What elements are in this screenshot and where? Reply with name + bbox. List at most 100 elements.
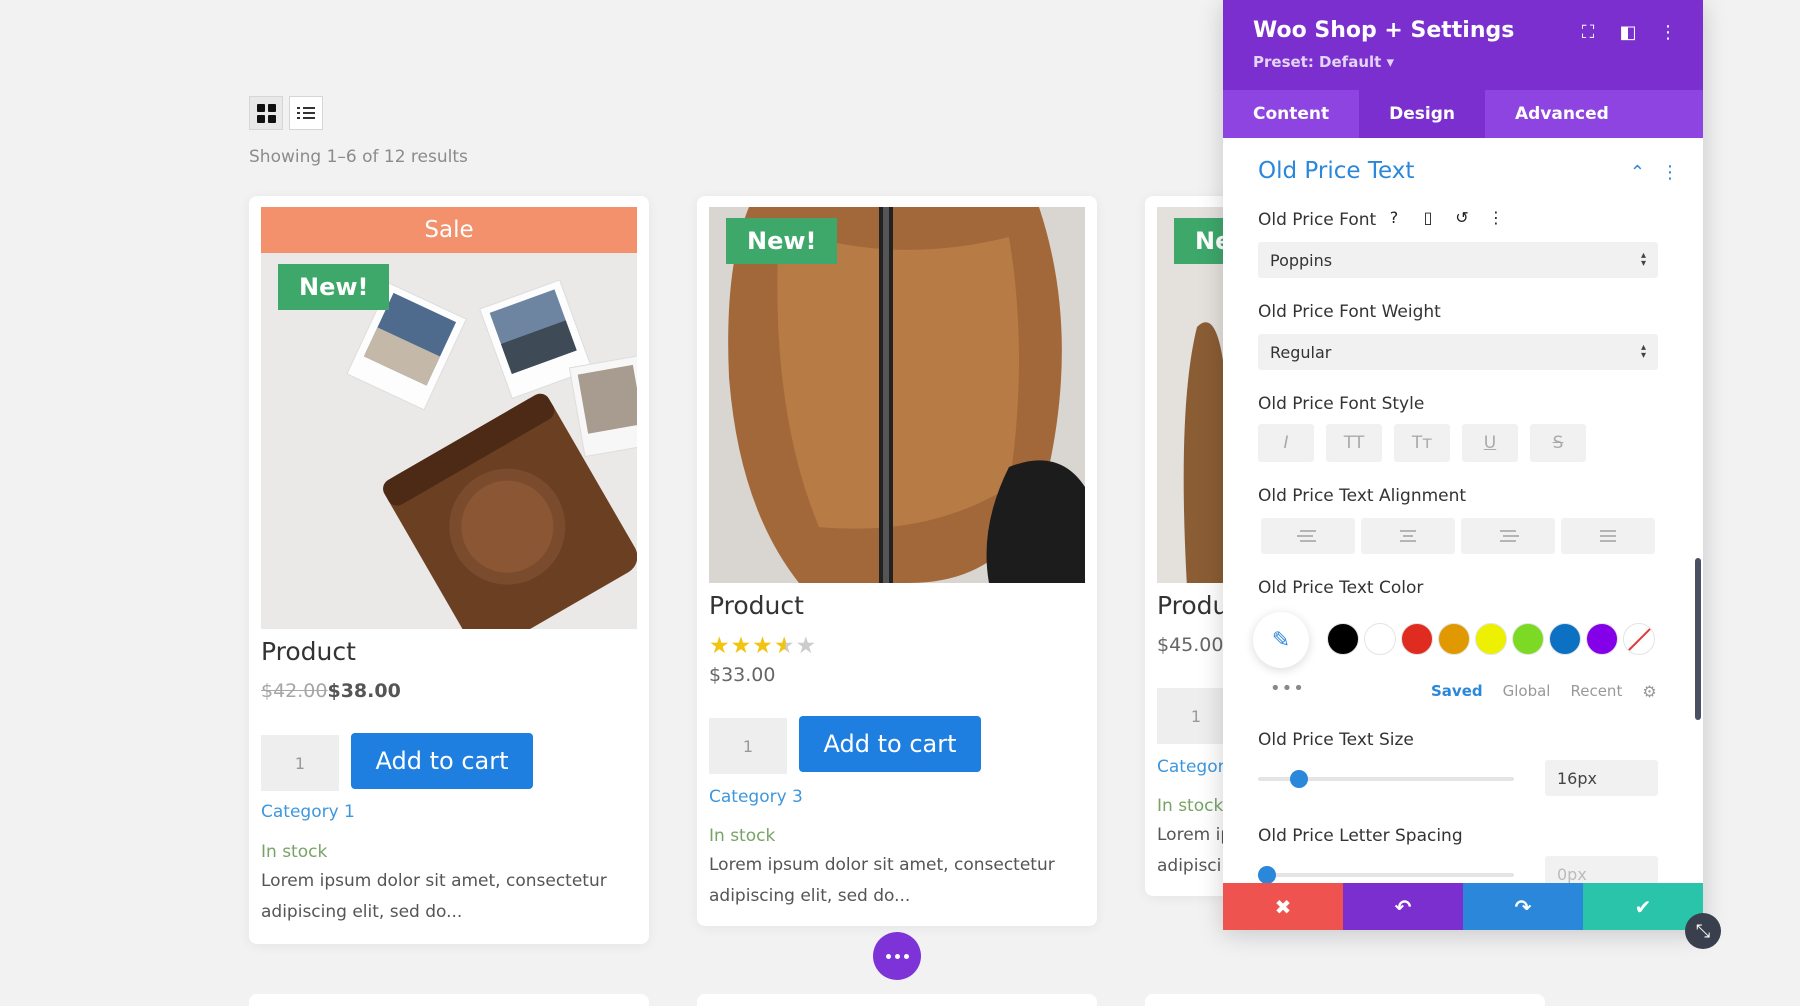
product-card-next-row — [1145, 994, 1545, 1006]
panel-body: Old Price Text ⌃ ⋮ Old Price Font ? ▯ ↺ … — [1223, 138, 1703, 883]
product-price: $42.00$38.00 — [261, 680, 401, 702]
product-title[interactable]: Product — [709, 591, 804, 620]
font-select[interactable]: Poppins ▴ ▾ — [1258, 242, 1658, 278]
chevron-up-icon[interactable]: ⌃ — [1630, 162, 1645, 183]
more-options-button[interactable] — [873, 932, 921, 980]
capitalize-button[interactable]: Tт — [1394, 424, 1450, 462]
color-swatch[interactable] — [1327, 623, 1359, 655]
color-swatch[interactable] — [1475, 623, 1507, 655]
color-tab-global[interactable]: Global — [1503, 682, 1551, 701]
select-arrows-icon: ▴ ▾ — [1640, 342, 1646, 361]
list-view-button[interactable] — [289, 96, 323, 130]
add-to-cart-button[interactable]: Add to cart — [799, 716, 981, 772]
uppercase-button[interactable]: TT — [1326, 424, 1382, 462]
align-center-icon[interactable] — [1361, 518, 1455, 554]
gear-icon[interactable]: ⚙ — [1642, 682, 1656, 701]
align-right-icon[interactable] — [1461, 518, 1555, 554]
category-link[interactable]: Categor — [1157, 757, 1225, 777]
text-size-input[interactable]: 16px — [1545, 760, 1658, 796]
close-icon[interactable]: ✖ — [1223, 883, 1343, 930]
grid-view-button[interactable] — [249, 96, 283, 130]
tab-content[interactable]: Content — [1223, 90, 1359, 138]
product-price: $33.00 — [709, 664, 776, 686]
sale-banner: Sale — [261, 207, 637, 253]
letter-spacing-slider[interactable] — [1258, 866, 1514, 883]
tab-advanced[interactable]: Advanced — [1485, 90, 1639, 138]
color-swatch[interactable] — [1364, 623, 1396, 655]
section-title[interactable]: Old Price Text — [1258, 158, 1414, 184]
font-label: Old Price Font — [1258, 210, 1377, 230]
letter-spacing-input[interactable]: 0px — [1545, 856, 1658, 883]
dot-icon — [903, 953, 909, 959]
more-horizontal-icon[interactable]: ••• — [1270, 678, 1305, 699]
category-link[interactable]: Category 3 — [709, 787, 803, 807]
more-vertical-icon[interactable]: ⋮ — [1661, 162, 1679, 183]
font-weight-label: Old Price Font Weight — [1258, 302, 1441, 322]
color-tab-recent[interactable]: Recent — [1570, 682, 1622, 701]
quantity-input[interactable]: 1 — [709, 718, 787, 774]
settings-panel: Woo Shop + Settings Preset: Default ▾ ⛶ … — [1223, 0, 1703, 930]
undo-icon[interactable]: ↶ — [1343, 883, 1463, 930]
italic-button[interactable]: I — [1258, 424, 1314, 462]
alignment-buttons — [1261, 518, 1655, 554]
more-vertical-icon[interactable]: ⋮ — [1659, 22, 1677, 44]
tab-design[interactable]: Design — [1359, 90, 1486, 138]
reset-icon[interactable]: ↺ — [1451, 208, 1473, 227]
product-description: Lorem ipsum dolor sit amet, consectetur … — [261, 871, 607, 922]
stock-status: In stock — [1157, 796, 1224, 816]
header-actions: ⛶ ◧ ⋮ — [1579, 22, 1677, 44]
add-to-cart-button[interactable]: Add to cart — [351, 733, 533, 789]
product-title[interactable]: Produ — [1157, 591, 1228, 620]
product-card: Sale New! Product $42.00$38.00 1 Add to … — [249, 196, 649, 944]
align-justify-icon[interactable] — [1561, 518, 1655, 554]
preset-selector[interactable]: Preset: Default ▾ — [1253, 53, 1394, 71]
color-tab-saved[interactable]: Saved — [1431, 682, 1483, 701]
star-icon: ★ — [752, 633, 773, 659]
letter-spacing-label: Old Price Letter Spacing — [1258, 826, 1463, 846]
color-swatch[interactable] — [1438, 623, 1470, 655]
panel-title: Woo Shop + Settings — [1253, 18, 1515, 43]
color-swatch[interactable] — [1512, 623, 1544, 655]
slider-handle[interactable] — [1258, 866, 1276, 883]
strikethrough-button[interactable]: S — [1530, 424, 1586, 462]
more-vertical-icon[interactable]: ⋮ — [1485, 208, 1507, 227]
fullscreen-icon[interactable]: ⛶ — [1579, 22, 1597, 44]
panel-scrollbar[interactable] — [1695, 558, 1701, 720]
stock-status: In stock — [261, 842, 328, 862]
font-style-buttons: I TT Tт U S — [1258, 424, 1586, 462]
category-link[interactable]: Category 1 — [261, 802, 355, 822]
align-left-icon[interactable] — [1261, 518, 1355, 554]
quantity-input[interactable]: 1 — [261, 735, 339, 791]
split-view-icon[interactable]: ◧ — [1619, 22, 1637, 44]
results-count: Showing 1–6 of 12 results — [249, 147, 468, 167]
color-swatch[interactable] — [1586, 623, 1618, 655]
text-size-slider[interactable] — [1258, 770, 1514, 788]
font-weight-select[interactable]: Regular ▴ ▾ — [1258, 334, 1658, 370]
checkmark-icon[interactable]: ✔ — [1583, 883, 1703, 930]
dot-icon — [885, 953, 891, 959]
product-card-next-row — [249, 994, 649, 1006]
star-rating: ★ ★ ★ ★ ★ — [709, 635, 816, 658]
help-icon[interactable]: ? — [1383, 208, 1405, 227]
panel-tabs: Content Design Advanced — [1223, 90, 1703, 138]
product-title[interactable]: Product — [261, 637, 356, 666]
product-description: Lorem ipsum dolor sit amet, consectetur … — [709, 855, 1055, 906]
star-icon: ★ — [709, 633, 730, 659]
font-select-value: Poppins — [1270, 250, 1333, 270]
color-swatch[interactable] — [1549, 623, 1581, 655]
section-controls: ⌃ ⋮ — [1630, 162, 1679, 183]
grid-view-icon — [256, 103, 276, 123]
panel-header[interactable]: Woo Shop + Settings Preset: Default ▾ ⛶ … — [1223, 0, 1703, 90]
slider-handle[interactable] — [1289, 770, 1308, 788]
redo-icon[interactable]: ↷ — [1463, 883, 1583, 930]
color-swatch[interactable] — [1401, 623, 1433, 655]
no-color-swatch[interactable] — [1623, 623, 1655, 655]
panel-footer: ✖ ↶ ↷ ✔ — [1223, 883, 1703, 930]
underline-button[interactable]: U — [1462, 424, 1518, 462]
resize-icon[interactable]: ⤡ — [1685, 913, 1721, 949]
eyedropper-icon[interactable]: ✎ — [1253, 612, 1309, 668]
new-badge: New! — [278, 264, 390, 310]
mobile-icon[interactable]: ▯ — [1417, 208, 1439, 227]
alignment-label: Old Price Text Alignment — [1258, 486, 1467, 506]
sale-price: $38.00 — [327, 680, 401, 702]
